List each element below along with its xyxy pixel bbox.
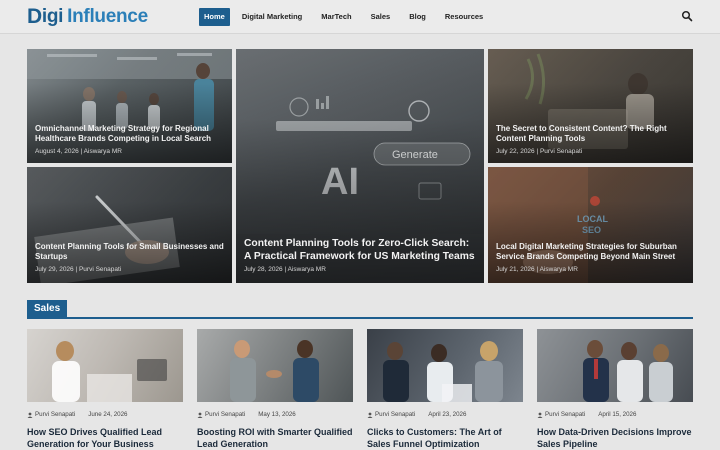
featured-meta: July 28, 2026 | Aiswarya MR bbox=[244, 266, 326, 273]
featured-title[interactable]: The Secret to Consistent Content? The Ri… bbox=[496, 124, 685, 144]
featured-card-4[interactable]: Content Planning Tools for Small Busines… bbox=[27, 167, 232, 283]
logo-second-word: Influence bbox=[67, 6, 148, 27]
user-icon bbox=[197, 412, 203, 418]
sales-post-meta: Purvi Senapati April 23, 2026 bbox=[367, 411, 523, 418]
sales-post-title[interactable]: Boosting ROI with Smarter Qualified Lead… bbox=[197, 427, 353, 450]
sales-post-card[interactable]: Purvi Senapati June 24, 2026 How SEO Dri… bbox=[27, 329, 183, 450]
sales-section-header: Sales bbox=[27, 300, 693, 319]
nav-digital-marketing[interactable]: Digital Marketing bbox=[237, 8, 307, 26]
sales-post-card[interactable]: Purvi Senapati May 13, 2026 Boosting ROI… bbox=[197, 329, 353, 450]
logo-rest: igi bbox=[41, 6, 64, 27]
post-date: May 13, 2026 bbox=[258, 411, 296, 418]
sales-post-card[interactable]: Purvi Senapati April 23, 2026 Clicks to … bbox=[367, 329, 523, 450]
post-author[interactable]: Purvi Senapati bbox=[35, 411, 75, 418]
post-author[interactable]: Purvi Senapati bbox=[205, 411, 245, 418]
featured-card-3[interactable]: The Secret to Consistent Content? The Ri… bbox=[488, 49, 693, 163]
featured-title[interactable]: Local Digital Marketing Strategies for S… bbox=[496, 242, 685, 262]
sales-post-title[interactable]: How Data-Driven Decisions Improve Sales … bbox=[537, 427, 693, 450]
featured-card-1[interactable]: Omnichannel Marketing Strategy for Regio… bbox=[27, 49, 232, 163]
sales-post-thumbnail[interactable] bbox=[537, 329, 693, 402]
post-date: April 15, 2026 bbox=[598, 411, 637, 418]
featured-title[interactable]: Omnichannel Marketing Strategy for Regio… bbox=[35, 124, 224, 144]
nav-home[interactable]: Home bbox=[199, 8, 230, 26]
featured-card-5[interactable]: LOCAL SEO Local Digital Marketing Strate… bbox=[488, 167, 693, 283]
user-icon bbox=[27, 412, 33, 418]
sales-post-thumbnail[interactable] bbox=[367, 329, 523, 402]
featured-meta: July 29, 2026 | Purvi Senapati bbox=[35, 266, 122, 273]
featured-title[interactable]: Content Planning Tools for Small Busines… bbox=[35, 242, 224, 262]
section-label-sales[interactable]: Sales bbox=[27, 300, 68, 317]
nav-sales[interactable]: Sales bbox=[366, 8, 396, 26]
sales-post-title[interactable]: How SEO Drives Qualified Lead Generation… bbox=[27, 427, 183, 450]
sales-post-thumbnail[interactable] bbox=[197, 329, 353, 402]
featured-card-main[interactable]: Generate AI Content Planning Tools for Z… bbox=[236, 49, 484, 283]
sales-post-meta: Purvi Senapati June 24, 2026 bbox=[27, 411, 183, 418]
image-shade bbox=[488, 49, 693, 163]
post-author[interactable]: Purvi Senapati bbox=[545, 411, 585, 418]
sales-post-meta: Purvi Senapati May 13, 2026 bbox=[197, 411, 353, 418]
image-shade bbox=[27, 49, 232, 163]
site-logo[interactable]: D igi Influence bbox=[27, 5, 148, 28]
logo-initial: D bbox=[27, 5, 42, 28]
user-icon bbox=[537, 412, 543, 418]
featured-grid: Omnichannel Marketing Strategy for Regio… bbox=[27, 49, 693, 283]
site-header: D igi Influence Home Digital Marketing M… bbox=[0, 0, 720, 34]
featured-main-title[interactable]: Content Planning Tools for Zero-Click Se… bbox=[244, 238, 476, 264]
main-nav: Home Digital Marketing MarTech Sales Blo… bbox=[199, 8, 488, 26]
sales-post-thumbnail[interactable] bbox=[27, 329, 183, 402]
post-author[interactable]: Purvi Senapati bbox=[375, 411, 415, 418]
sales-post-title[interactable]: Clicks to Customers: The Art of Sales Fu… bbox=[367, 427, 523, 450]
featured-meta: July 21, 2026 | Aiswarya MR bbox=[496, 266, 578, 273]
post-date: June 24, 2026 bbox=[88, 411, 128, 418]
search-icon[interactable] bbox=[681, 10, 693, 22]
featured-meta: July 22, 2026 | Purvi Senapati bbox=[496, 148, 583, 155]
featured-meta: August 4, 2026 | Aiswarya MR bbox=[35, 148, 122, 155]
sales-post-meta: Purvi Senapati April 15, 2026 bbox=[537, 411, 693, 418]
nav-resources[interactable]: Resources bbox=[440, 8, 488, 26]
sales-post-card[interactable]: Purvi Senapati April 15, 2026 How Data-D… bbox=[537, 329, 693, 450]
user-icon bbox=[367, 412, 373, 418]
post-date: April 23, 2026 bbox=[428, 411, 467, 418]
nav-martech[interactable]: MarTech bbox=[316, 8, 356, 26]
nav-blog[interactable]: Blog bbox=[404, 8, 431, 26]
